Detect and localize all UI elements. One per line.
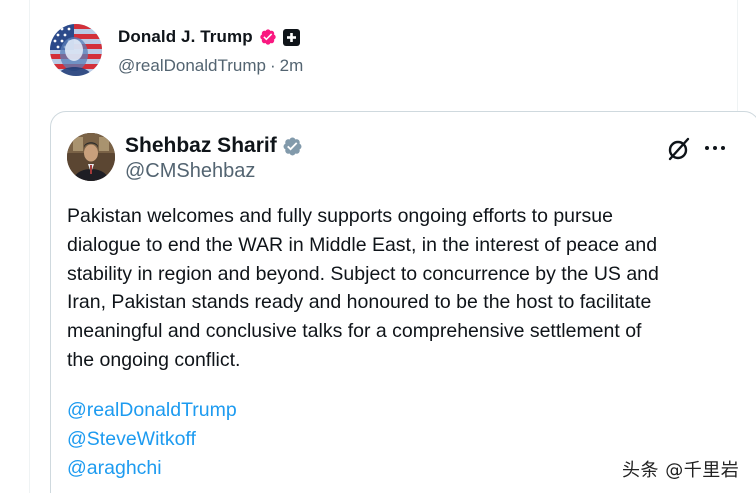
affiliate-plus-icon[interactable] xyxy=(282,28,300,46)
author-name[interactable]: Donald J. Trump xyxy=(118,27,253,47)
post-header: Donald J. Trump @realDonaldTrump · 2m xyxy=(50,24,303,78)
avatar[interactable] xyxy=(50,24,102,76)
quoted-identity: Shehbaz Sharif @CMShehbaz xyxy=(125,133,303,183)
quoted-avatar-portrait-icon xyxy=(67,133,115,181)
post-view: Donald J. Trump @realDonaldTrump · 2m Sh… xyxy=(0,0,756,493)
verified-badge-icon[interactable] xyxy=(259,28,277,46)
quoted-avatar[interactable] xyxy=(67,133,115,181)
quoted-author-handle[interactable]: @CMShehbaz xyxy=(125,160,303,183)
quoted-author-name[interactable]: Shehbaz Sharif xyxy=(125,134,277,158)
timeline-border-left xyxy=(29,0,30,493)
author-meta: @realDonaldTrump · 2m xyxy=(118,56,303,76)
avatar-flag-portrait-icon xyxy=(50,24,102,76)
author-identity: Donald J. Trump @realDonaldTrump · 2m xyxy=(118,24,303,76)
watermark: 头条 @千里岩 xyxy=(622,460,740,481)
post-timestamp[interactable]: 2m xyxy=(280,56,304,75)
mention-link[interactable]: @SteveWitkoff xyxy=(67,425,237,454)
meta-separator: · xyxy=(269,56,276,75)
quoted-tweet-card[interactable]: Shehbaz Sharif @CMShehbaz Pakistan welco… xyxy=(50,111,756,493)
more-options-icon[interactable] xyxy=(705,138,725,158)
gray-verified-badge-icon[interactable] xyxy=(282,136,303,157)
quoted-tweet-text: Pakistan welcomes and fully supports ong… xyxy=(67,205,659,371)
mention-list: @realDonaldTrump @SteveWitkoff @araghchi xyxy=(67,396,237,482)
author-handle[interactable]: @realDonaldTrump xyxy=(118,56,266,75)
mention-link[interactable]: @araghchi xyxy=(67,454,237,483)
quoted-name-row: Shehbaz Sharif xyxy=(125,133,303,159)
grok-icon[interactable] xyxy=(666,136,692,162)
author-name-row: Donald J. Trump xyxy=(118,25,303,49)
quoted-author-header: Shehbaz Sharif @CMShehbaz xyxy=(67,133,303,183)
mention-link[interactable]: @realDonaldTrump xyxy=(67,396,237,425)
